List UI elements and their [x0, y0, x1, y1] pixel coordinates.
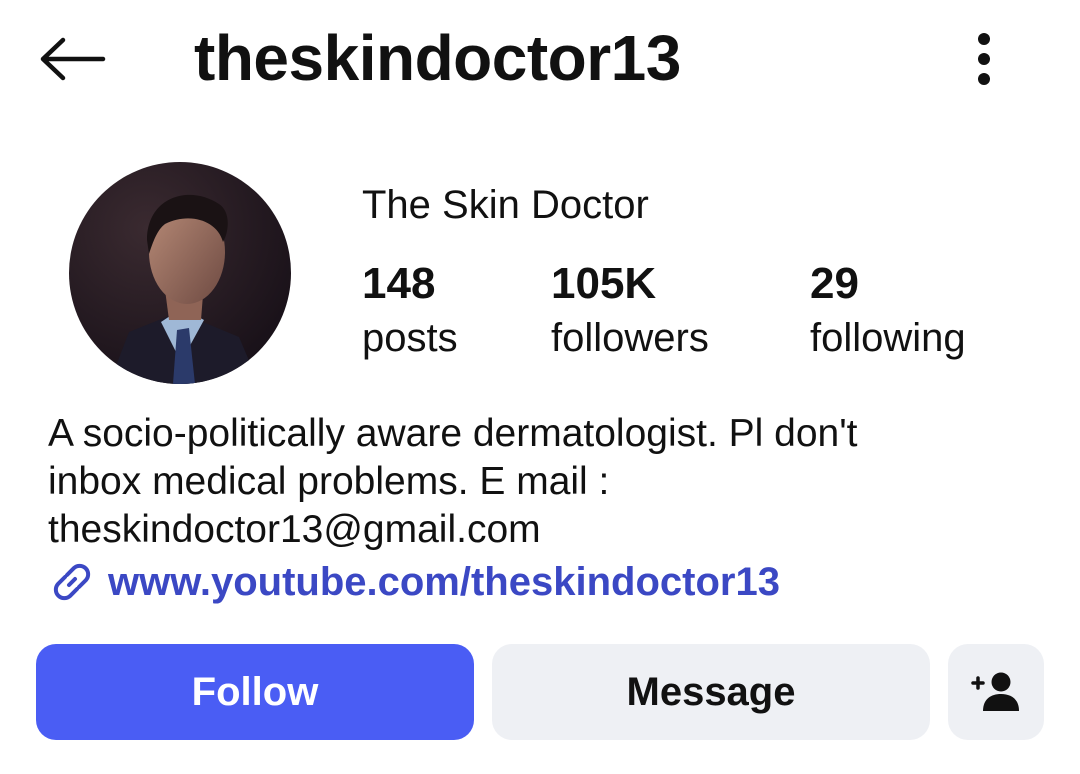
follow-button[interactable]: Follow: [36, 644, 474, 740]
posts-count: 148: [362, 259, 436, 308]
following-count: 29: [810, 259, 859, 308]
followers-label: followers: [551, 316, 709, 360]
stat-posts[interactable]: 148 posts: [362, 258, 458, 364]
profile-bio: A socio-politically aware dermatologist.…: [48, 410, 1048, 554]
link-icon: [53, 563, 91, 601]
avatar[interactable]: [69, 162, 291, 384]
profile-username: theskindoctor13: [194, 22, 681, 94]
top-bar: theskindoctor13: [0, 0, 1080, 118]
suggest-people-button[interactable]: [948, 644, 1044, 740]
more-vertical-icon: [978, 33, 990, 85]
bio-line: A socio-politically aware dermatologist.…: [48, 412, 858, 455]
back-button[interactable]: [30, 26, 114, 92]
bio-line: theskindoctor13@gmail.com: [48, 508, 541, 551]
more-options-button[interactable]: [958, 26, 1010, 92]
add-person-icon: [971, 672, 1019, 711]
posts-label: posts: [362, 316, 458, 360]
profile-link[interactable]: www.youtube.com/theskindoctor13: [48, 556, 780, 608]
link-text[interactable]: www.youtube.com/theskindoctor13: [108, 556, 780, 608]
arrow-left-icon: [40, 37, 106, 81]
following-label: following: [810, 316, 966, 360]
bio-line: inbox medical problems. E mail :: [48, 460, 610, 503]
display-name: The Skin Doctor: [362, 183, 649, 227]
stat-following[interactable]: 29 following: [810, 258, 966, 364]
message-button[interactable]: Message: [492, 644, 930, 740]
stat-followers[interactable]: 105K followers: [551, 258, 709, 364]
followers-count: 105K: [551, 259, 657, 308]
